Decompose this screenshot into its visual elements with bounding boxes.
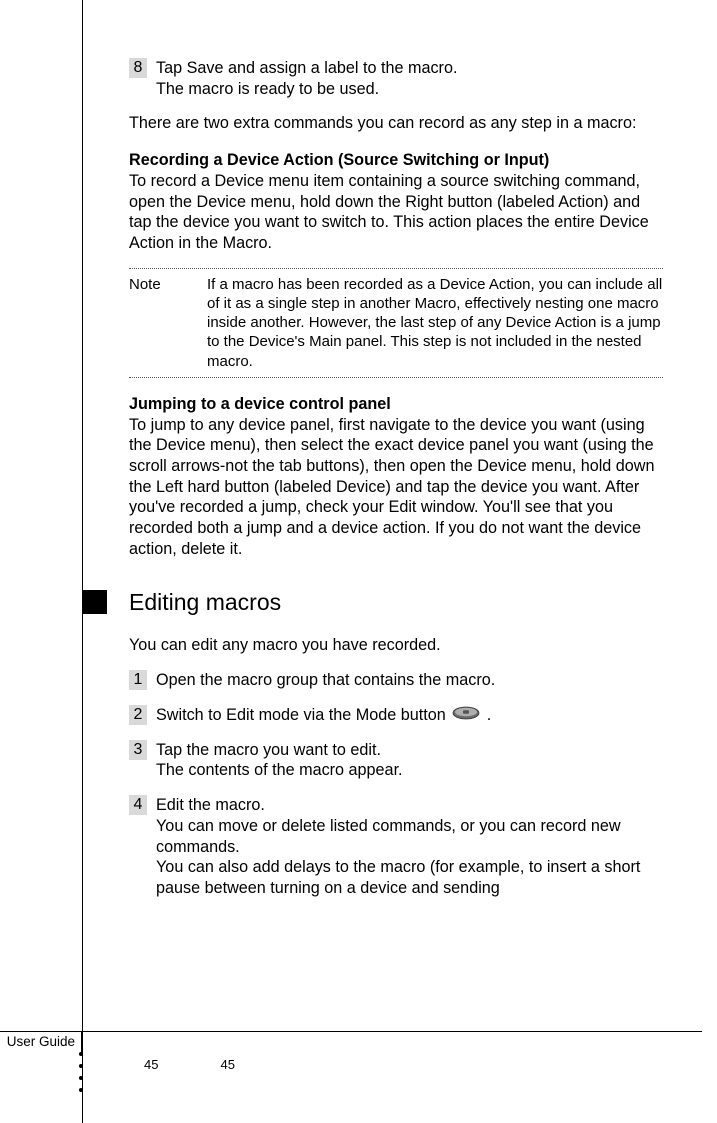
step4-line3: You can also add delays to the macro (fo… bbox=[156, 858, 640, 897]
step4-line1: Edit the macro. bbox=[156, 796, 265, 814]
jumping-body: To jump to any device panel, first navig… bbox=[129, 415, 663, 560]
step3-line1: Tap the macro you want to edit. bbox=[156, 741, 381, 759]
note-body: If a macro has been recorded as a Device… bbox=[207, 275, 663, 371]
step8-line2: The macro is ready to be used. bbox=[156, 80, 379, 98]
step-number-box: 4 bbox=[129, 795, 147, 815]
page-number-2: 45 bbox=[220, 1057, 234, 1072]
jumping-heading: Jumping to a device control panel bbox=[129, 394, 663, 415]
dot-icon bbox=[79, 1076, 83, 1080]
note-label: Note bbox=[129, 275, 207, 371]
dot-icon bbox=[79, 1052, 83, 1056]
step2-prefix: Switch to Edit mode via the Mode button bbox=[156, 706, 450, 724]
step-body: Tap Save and assign a label to the macro… bbox=[156, 58, 663, 99]
step4-line2: You can move or delete listed commands, … bbox=[156, 817, 621, 856]
note-block: Note If a macro has been recorded as a D… bbox=[129, 268, 663, 378]
page-content: 8 Tap Save and assign a label to the mac… bbox=[83, 0, 703, 899]
step-8: 8 Tap Save and assign a label to the mac… bbox=[129, 58, 663, 99]
step-body: Switch to Edit mode via the Mode button … bbox=[156, 705, 663, 726]
page-number-1: 45 bbox=[144, 1057, 158, 1072]
dot-icon bbox=[79, 1088, 83, 1092]
mode-button-icon bbox=[452, 705, 480, 726]
section-marker-square bbox=[83, 590, 107, 614]
recording-body: To record a Device menu item containing … bbox=[129, 171, 663, 254]
dot-icon bbox=[79, 1064, 83, 1068]
step-number-box: 3 bbox=[129, 740, 147, 760]
recording-section: Recording a Device Action (Source Switch… bbox=[129, 150, 663, 254]
footer-dots bbox=[79, 1052, 83, 1092]
step-number-box: 2 bbox=[129, 705, 147, 725]
step-number-box: 1 bbox=[129, 670, 147, 690]
step-number-box: 8 bbox=[129, 58, 147, 78]
step8-line1: Tap Save and assign a label to the macro… bbox=[156, 59, 457, 77]
step2-suffix: . bbox=[487, 706, 492, 724]
step-body: Open the macro group that contains the m… bbox=[156, 670, 663, 691]
page-frame: 8 Tap Save and assign a label to the mac… bbox=[82, 0, 703, 1123]
section-intro: You can edit any macro you have recorded… bbox=[129, 635, 663, 656]
step3-line2: The contents of the macro appear. bbox=[156, 761, 403, 779]
step-body: Tap the macro you want to edit. The cont… bbox=[156, 740, 663, 781]
step-3: 3 Tap the macro you want to edit. The co… bbox=[129, 740, 663, 781]
intro-paragraph: There are two extra commands you can rec… bbox=[129, 113, 663, 134]
step-2: 2 Switch to Edit mode via the Mode butto… bbox=[129, 705, 663, 726]
section-heading-row: Editing macros bbox=[83, 588, 663, 617]
step-4: 4 Edit the macro. You can move or delete… bbox=[129, 795, 663, 899]
step-1: 1 Open the macro group that contains the… bbox=[129, 670, 663, 691]
page-numbers: 45 45 bbox=[144, 1057, 235, 1072]
footer-user-guide-label: User Guide bbox=[0, 1031, 82, 1053]
recording-heading: Recording a Device Action (Source Switch… bbox=[129, 150, 663, 171]
step-body: Edit the macro. You can move or delete l… bbox=[156, 795, 663, 899]
jumping-section: Jumping to a device control panel To jum… bbox=[129, 394, 663, 560]
section-title: Editing macros bbox=[129, 588, 281, 617]
